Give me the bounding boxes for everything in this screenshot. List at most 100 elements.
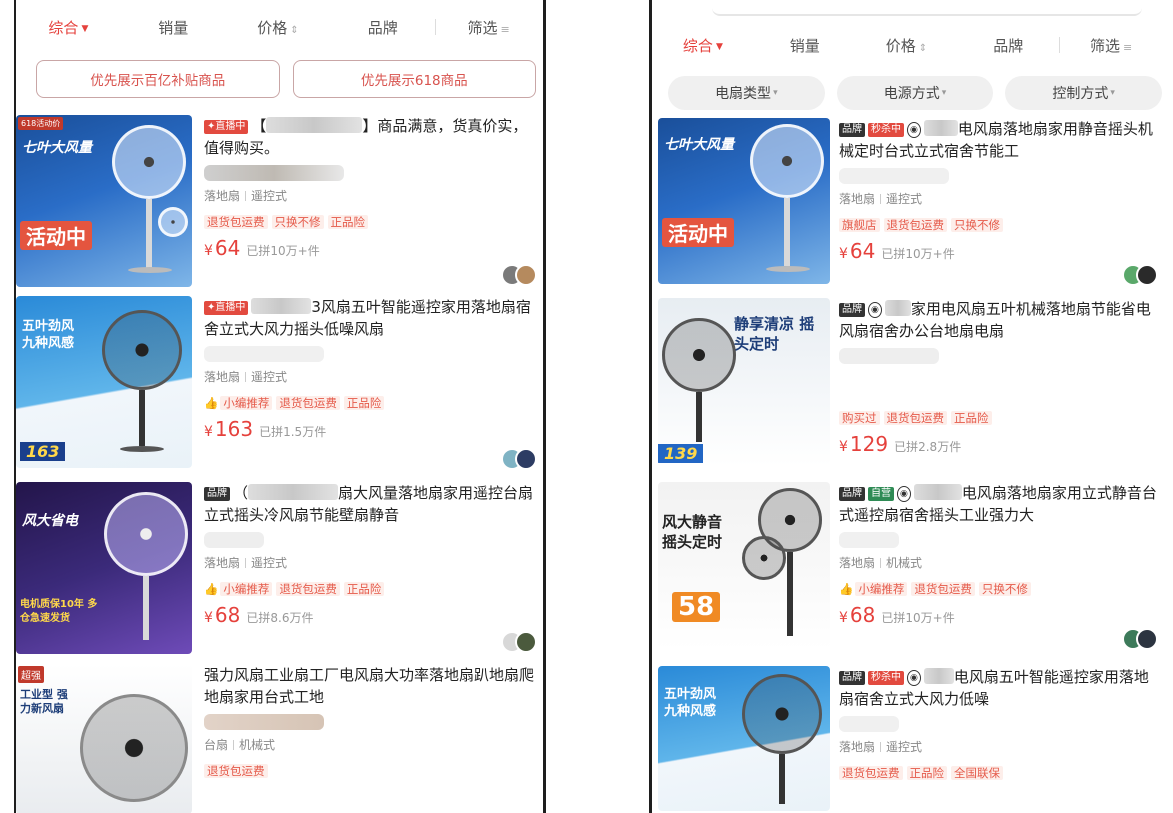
image-banner-text: 七叶大风量 — [22, 140, 92, 156]
product-title[interactable]: 品牌 秒杀中 ◉ 电风扇五叶智能遥控家用落地扇宿舍立式大风力低噪 — [839, 666, 1162, 710]
image-banner-text: 五叶劲风 九种风感 — [22, 319, 75, 351]
chip-power-mode[interactable]: 电源方式 ▾ — [836, 76, 994, 110]
product-title[interactable]: ✦直播中 3风扇五叶智能遥控家用落地扇宿舍立式大风力摇头低噪风扇 — [204, 296, 541, 340]
fan-pole — [143, 576, 149, 640]
product-price: 64 — [214, 236, 241, 260]
prefer-subsidy-button[interactable]: 优先展示百亿补贴商品 — [36, 60, 280, 98]
chip-control-mode[interactable]: 控制方式 ▾ — [1005, 76, 1162, 110]
preference-buttons: 优先展示百亿补贴商品 优先展示618商品 — [36, 60, 536, 98]
product-card[interactable]: 五叶劲风 九种风感 163 ✦直播中 3风扇五叶智能遥控家用落地扇宿舍立式大风力摇… — [16, 296, 541, 474]
buyer-avatars — [1122, 264, 1158, 286]
image-promo-text: 活动中 — [662, 218, 734, 247]
product-image[interactable]: 五叶劲风 九种风感 163 — [16, 296, 192, 468]
product-title[interactable]: ✦直播中【】商品满意，货真价实，值得购买。 — [204, 115, 541, 159]
buyer-avatars — [1122, 628, 1158, 650]
fan-illustration — [102, 310, 182, 390]
image-promo-text: 电机质保10年 多仓急速发货 — [20, 599, 98, 624]
sort-updown-icon: ⇕ — [290, 24, 299, 36]
service-tags: 购买过 退货包运费 正品险 — [839, 410, 1162, 426]
product-image[interactable]: 618活动价 七叶大风量 活动中 — [16, 115, 192, 287]
live-tag: ✦直播中 — [204, 301, 249, 315]
sort-tab-sales[interactable]: 销量 — [754, 35, 856, 56]
product-price: 68 — [214, 603, 241, 627]
sort-tab-brand[interactable]: 品牌 — [957, 35, 1059, 56]
fan-pole — [784, 198, 790, 266]
sold-count: 已拼10万+件 — [246, 244, 320, 258]
service-tags: 旗舰店 退货包运费 只换不修 — [839, 217, 1162, 233]
product-title[interactable]: 品牌 秒杀中 ◉ 电风扇落地扇家用静音摇头机械定时台式立式宿舍节能工 — [839, 118, 1162, 162]
product-card[interactable]: 风大省电 电机质保10年 多仓急速发货 品牌（扇大风量落地扇家用遥控台扇立式摇头… — [16, 482, 541, 657]
official-icon: ◉ — [907, 122, 921, 138]
product-title[interactable]: 品牌 ◉ 家用电风扇五叶机械落地扇节能省电风扇宿舍办公台地扇电扇 — [839, 298, 1162, 342]
sort-bar: 综合 ▼ 销量 价格 ⇕ 品牌 筛选 ≡ — [652, 28, 1162, 62]
redacted-text — [913, 484, 962, 500]
redacted-text — [839, 532, 899, 548]
prefer-618-button[interactable]: 优先展示618商品 — [292, 60, 536, 98]
sort-tab-sales[interactable]: 销量 — [121, 17, 226, 38]
brand-tag: 品牌 — [204, 487, 230, 501]
product-image[interactable]: 超强 工业型 强力新风扇 — [16, 664, 192, 813]
chip-fan-type[interactable]: 电扇类型 ▾ — [668, 76, 825, 110]
product-title[interactable]: 品牌（扇大风量落地扇家用遥控台扇立式摇头冷风扇节能壁扇静音 — [204, 482, 541, 526]
sort-tab-brand[interactable]: 品牌 — [330, 17, 435, 38]
brand-tag: 品牌 — [839, 303, 865, 317]
avatar — [515, 631, 537, 653]
avatar — [1136, 264, 1158, 286]
avatar — [515, 448, 537, 470]
sort-tab-comprehensive[interactable]: 综合 ▼ — [652, 35, 754, 56]
image-promo-text: 163 — [20, 442, 66, 461]
product-image[interactable]: 静享清凉 摇头定时 139 — [658, 298, 830, 466]
sort-tab-price[interactable]: 价格 ⇕ — [226, 17, 331, 38]
fan-illustration — [104, 492, 188, 576]
redacted-text — [266, 117, 363, 133]
fan-pole — [146, 199, 152, 269]
product-title[interactable]: 品牌 自营 ◉ 电风扇落地扇家用立式静音台式遥控扇宿舍摇头工业强力大 — [839, 482, 1162, 526]
sold-count: 已拼8.6万件 — [246, 611, 314, 625]
sort-tab-comprehensive[interactable]: 综合 ▼ — [16, 17, 121, 38]
chevron-down-icon: ▾ — [1110, 88, 1115, 98]
image-banner-text: 五叶劲风 九种风感 — [664, 687, 717, 719]
sort-tab-filter[interactable]: 筛选 ≡ — [436, 17, 541, 38]
product-info: 品牌 ◉ 家用电风扇五叶机械落地扇节能省电风扇宿舍办公台地扇电扇 购买过 退货包运费正… — [839, 298, 1162, 456]
product-card[interactable]: 五叶劲风 九种风感 品牌 秒杀中 ◉ 电风扇五叶智能遥控家用落地扇宿舍立式大风力低噪 … — [652, 666, 1162, 813]
product-card[interactable]: 超强 工业型 强力新风扇 强力风扇工业扇工厂电风扇大功率落地扇趴地扇爬地扇家用台… — [16, 664, 541, 813]
redacted-text — [923, 120, 958, 136]
sort-updown-icon: ⇕ — [918, 42, 928, 54]
fan-base — [128, 267, 172, 273]
product-title[interactable]: 强力风扇工业扇工厂电风扇大功率落地扇趴地扇爬地扇家用台式工地 — [204, 664, 541, 708]
sort-tab-price[interactable]: 价格 ⇕ — [856, 35, 958, 56]
buyer-avatars — [501, 448, 537, 470]
product-card[interactable]: 618活动价 七叶大风量 活动中 ✦直播中【】商品满意，货真价实，值得购买。 落… — [16, 115, 541, 290]
fan-illustration — [750, 124, 824, 198]
image-banner-text: 静享清凉 摇头定时 — [734, 315, 815, 353]
product-image[interactable]: 七叶大风量 活动中 — [658, 118, 830, 284]
redacted-text — [204, 165, 344, 181]
chevron-down-icon: ▾ — [773, 88, 778, 98]
fan-illustration — [742, 674, 822, 754]
filter-icon: ≡ — [1122, 40, 1133, 54]
price-row: ¥129 已拼2.8万件 — [839, 432, 962, 456]
fan-illustration-small — [742, 536, 786, 580]
chevron-down-icon: ▼ — [715, 41, 723, 52]
sort-tab-filter[interactable]: 筛选 ≡ — [1060, 35, 1162, 56]
fan-pole — [696, 392, 702, 442]
product-image[interactable]: 五叶劲风 九种风感 — [658, 666, 830, 811]
image-banner-text: 七叶大风量 — [664, 137, 734, 153]
product-card[interactable]: 风大静音 摇头定时 58 品牌 自营 ◉ 电风扇落地扇家用立式静音台式遥控扇宿舍摇头工… — [652, 482, 1162, 654]
product-card[interactable]: 静享清凉 摇头定时 139 品牌 ◉ 家用电风扇五叶机械落地扇节能省电风扇宿舍办公台… — [652, 298, 1162, 470]
service-tags: 退货包运费 只换不修 正品险 — [204, 214, 541, 230]
product-specs: 落地扇 机械式 — [839, 556, 923, 570]
image-corner-badge: 超强 — [18, 666, 44, 683]
right-phone-screen: 综合 ▼ 销量 价格 ⇕ 品牌 筛选 ≡ 电扇类型 ▾ 电源方式 ▾ 控制方式 ▾ 七叶大风… — [652, 0, 1162, 813]
service-tags: 退货包运费 — [204, 763, 541, 779]
service-tags: 👍 小编推荐 退货包运费 正品险 — [204, 395, 541, 411]
product-price: 163 — [214, 417, 254, 441]
product-image[interactable]: 风大省电 电机质保10年 多仓急速发货 — [16, 482, 192, 654]
product-image[interactable]: 风大静音 摇头定时 58 — [658, 482, 830, 650]
product-info: 品牌（扇大风量落地扇家用遥控台扇立式摇头冷风扇节能壁扇静音 落地扇 遥控式 👍 小编… — [204, 482, 541, 627]
sold-count: 已拼10万+件 — [881, 611, 955, 625]
product-card[interactable]: 七叶大风量 活动中 品牌 秒杀中 ◉ 电风扇落地扇家用静音摇头机械定时台式立式宿舍节能… — [652, 118, 1162, 290]
sold-count: 已拼2.8万件 — [894, 440, 962, 454]
fan-illustration — [662, 318, 736, 392]
